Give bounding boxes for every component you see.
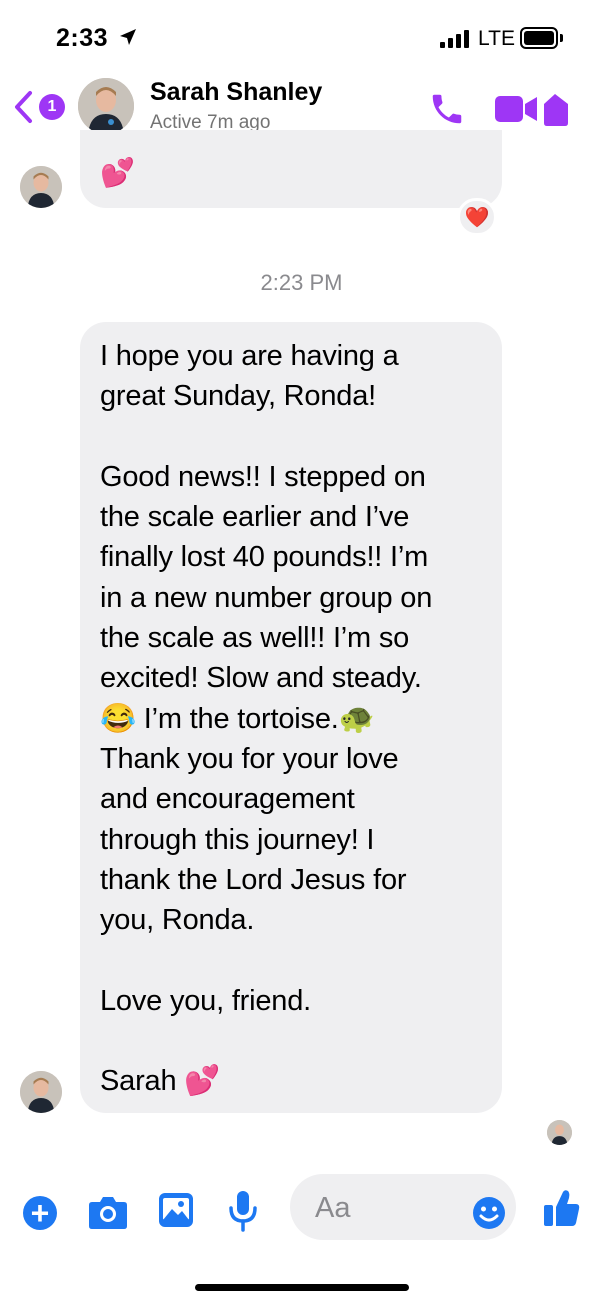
unread-badge[interactable]: 1 <box>39 94 65 120</box>
carrier-label: LTE <box>478 27 515 50</box>
photo-icon[interactable] <box>158 1192 194 1228</box>
read-receipt-avatar <box>547 1120 572 1145</box>
signal-icon <box>440 30 469 48</box>
emoji-icon[interactable] <box>472 1196 506 1230</box>
phone-icon[interactable] <box>428 90 466 128</box>
camera-icon[interactable] <box>88 1194 128 1230</box>
location-arrow-icon <box>120 29 136 45</box>
message-emoji: 💕 <box>100 157 135 188</box>
home-indicator <box>195 1284 409 1291</box>
battery-icon <box>520 27 558 49</box>
heart-reaction[interactable]: ❤️ <box>457 198 497 236</box>
microphone-icon[interactable] <box>228 1190 258 1232</box>
message-bubble[interactable]: I hope you are having a great Sunday, Ro… <box>80 322 502 1113</box>
plus-icon[interactable]: + <box>23 1196 57 1230</box>
contact-name[interactable]: Sarah Shanley <box>150 78 322 107</box>
avatar[interactable] <box>78 78 134 134</box>
avatar[interactable] <box>20 1071 62 1113</box>
thumbs-up-icon[interactable] <box>543 1188 581 1228</box>
message-text: I hope you are having a great Sunday, Ro… <box>100 340 433 1098</box>
status-time: 2:33 <box>56 24 109 52</box>
message-timestamp: 2:23 PM <box>260 270 343 295</box>
avatar[interactable] <box>20 166 62 208</box>
back-chevron-icon[interactable] <box>12 90 36 124</box>
video-camera-icon[interactable] <box>493 92 573 128</box>
message-input-field[interactable] <box>315 1192 455 1225</box>
message-bubble[interactable]: 💕 <box>80 130 502 208</box>
battery-tip <box>560 34 563 42</box>
message-composer: + <box>0 1170 603 1250</box>
status-bar: 2:33 LTE <box>0 0 603 74</box>
